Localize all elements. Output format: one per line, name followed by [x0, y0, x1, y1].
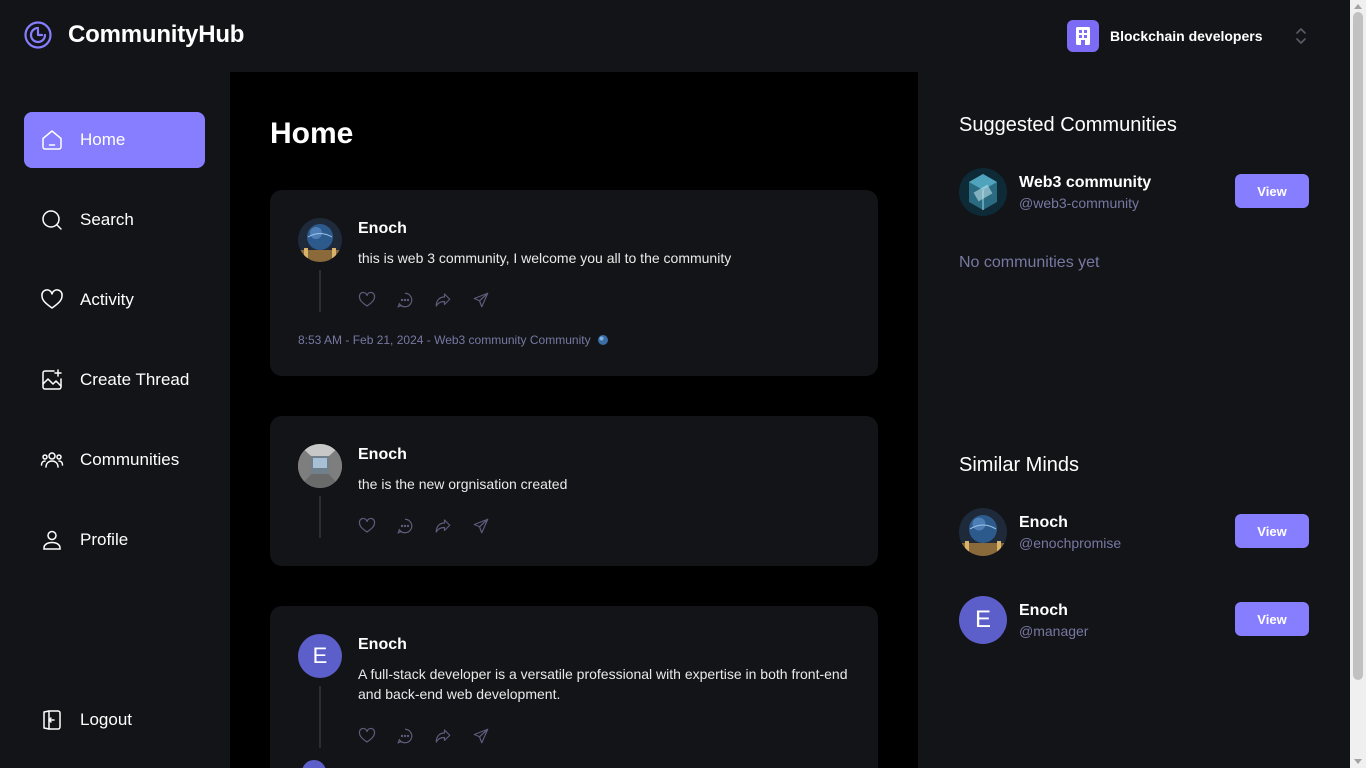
view-community-button[interactable]: View — [1235, 174, 1309, 208]
avatar-letter: E — [312, 643, 328, 668]
reply-icon[interactable] — [396, 291, 414, 309]
author-name[interactable]: Enoch — [358, 636, 407, 654]
user-name: Enoch — [1019, 514, 1068, 531]
community-avatar[interactable] — [959, 168, 1007, 216]
user-handle: @enochpromise — [1019, 535, 1122, 551]
logout-label: Logout — [80, 710, 132, 729]
reply-icon[interactable] — [396, 727, 414, 745]
sidebar-item-label: Profile — [80, 530, 129, 549]
logout-button[interactable]: Logout — [24, 692, 205, 748]
thread-text: this is web 3 community, I welcome you a… — [358, 250, 732, 266]
globe-avatar-image — [959, 508, 1007, 556]
sidebar-item-label: Search — [80, 210, 134, 229]
search-icon — [42, 210, 62, 230]
thread-meta: 8:53 AM - Feb 21, 2024 - Web3 community … — [298, 333, 609, 347]
logout-icon — [43, 710, 61, 730]
sidebar-item-label: Home — [80, 130, 126, 149]
like-icon[interactable] — [358, 517, 376, 535]
community-globe-icon — [597, 335, 608, 345]
room-avatar-image — [298, 444, 342, 488]
globe-avatar-image — [298, 218, 342, 262]
organization-avatar — [1067, 20, 1099, 52]
home-icon — [42, 130, 62, 150]
empty-state-text: No communities yet — [959, 254, 1100, 271]
share-icon[interactable] — [472, 517, 490, 535]
sidebar-item-home[interactable]: Home — [24, 112, 205, 168]
communities-icon — [40, 452, 64, 468]
sidebar-item-profile[interactable]: Profile — [24, 512, 205, 568]
author-name[interactable]: Enoch — [358, 446, 407, 464]
create-thread-icon — [42, 369, 62, 390]
like-icon[interactable] — [358, 727, 376, 745]
like-icon[interactable] — [358, 291, 376, 309]
thread-card: Enoch this is web 3 community, I welcome… — [270, 190, 878, 376]
app-name: CommunityHub — [68, 21, 245, 48]
thread-actions — [358, 517, 490, 535]
repost-icon[interactable] — [434, 517, 452, 535]
building-icon — [1076, 27, 1090, 45]
share-icon[interactable] — [472, 727, 490, 745]
view-user-button[interactable]: View — [1235, 602, 1309, 636]
author-avatar[interactable]: E — [298, 634, 342, 678]
right-sidebar: Suggested Communities Web3 community @we… — [918, 72, 1350, 768]
sidebar-item-search[interactable]: Search — [24, 192, 205, 248]
page-scrollbar[interactable] — [1350, 0, 1366, 768]
left-sidebar: Home Search Activity Create Thread Commu… — [0, 72, 230, 768]
heart-icon — [41, 289, 63, 309]
scroll-down-arrow[interactable] — [1354, 759, 1362, 764]
web3-community-image — [959, 168, 1007, 216]
thread-card: E Enoch A full-stack developer is a vers… — [270, 606, 878, 768]
author-avatar[interactable] — [298, 444, 342, 488]
scroll-thumb[interactable] — [1353, 12, 1363, 680]
suggested-communities-title: Suggested Communities — [959, 114, 1177, 136]
thread-card: Enoch the is the new orgnisation created — [270, 416, 878, 566]
logo-icon — [24, 21, 52, 49]
user-handle: @manager — [1019, 623, 1089, 639]
thread-line — [319, 496, 321, 538]
share-icon[interactable] — [472, 291, 490, 309]
community-name: Web3 community — [1019, 174, 1152, 191]
organization-name: Blockchain developers — [1110, 28, 1263, 44]
repost-icon[interactable] — [434, 727, 452, 745]
user-item: E Enoch @manager View — [959, 596, 1309, 646]
sidebar-item-label: Activity — [80, 290, 134, 309]
profile-icon — [43, 530, 61, 550]
user-avatar[interactable]: E — [959, 596, 1007, 644]
author-avatar[interactable] — [298, 218, 342, 262]
user-avatar[interactable] — [959, 508, 1007, 556]
sidebar-item-label: Communities — [80, 450, 180, 469]
page-title: Home — [270, 117, 354, 150]
organization-switcher[interactable]: Blockchain developers — [1067, 20, 1306, 52]
sidebar-item-communities[interactable]: Communities — [24, 432, 205, 488]
repost-icon[interactable] — [434, 291, 452, 309]
thread-line — [319, 686, 321, 748]
main-feed: Home Enoch this is web 3 community, I we… — [230, 72, 918, 768]
thread-actions — [358, 291, 490, 309]
similar-minds-title: Similar Minds — [959, 454, 1080, 476]
thread-line — [319, 270, 321, 312]
community-handle: @web3-community — [1019, 195, 1140, 211]
sidebar-item-activity[interactable]: Activity — [24, 272, 205, 328]
reply-icon[interactable] — [396, 517, 414, 535]
thread-actions — [358, 727, 490, 745]
scroll-up-arrow[interactable] — [1354, 4, 1362, 9]
chevron-up-down-icon — [1296, 28, 1306, 44]
author-name[interactable]: Enoch — [358, 220, 407, 238]
thread-text: the is the new orgnisation created — [358, 476, 568, 492]
reply-avatar[interactable] — [302, 760, 326, 768]
community-item: Web3 community @web3-community View — [959, 168, 1309, 218]
user-item: Enoch @enochpromise View — [959, 508, 1309, 558]
thread-text: A full-stack developer is a versatile pr… — [358, 666, 848, 702]
avatar-letter: E — [974, 606, 991, 633]
sidebar-item-create-thread[interactable]: Create Thread — [24, 352, 205, 408]
top-bar: CommunityHub Blockchain developers — [0, 0, 1350, 72]
sidebar-item-label: Create Thread — [80, 370, 190, 389]
brand[interactable]: CommunityHub — [24, 21, 244, 49]
thread-meta-text[interactable]: 8:53 AM - Feb 21, 2024 - Web3 community … — [298, 333, 591, 347]
view-user-button[interactable]: View — [1235, 514, 1309, 548]
user-name: Enoch — [1019, 602, 1068, 619]
